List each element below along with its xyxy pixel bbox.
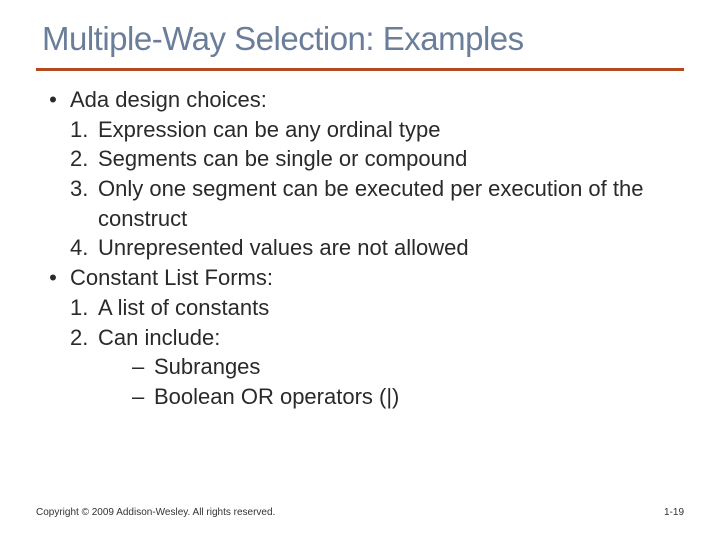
numbered-item: 1. Expression can be any ordinal type (36, 115, 684, 145)
slide-title: Multiple-Way Selection: Examples (36, 20, 684, 58)
bullet-label: Ada design choices: (70, 85, 684, 115)
numbered-text: Unrepresented values are not allowed (98, 233, 684, 263)
number-marker: 1. (70, 293, 98, 323)
sub-text: Subranges (154, 352, 684, 382)
number-marker: 1. (70, 115, 98, 145)
numbered-text: Can include: (98, 323, 684, 353)
numbered-item: 3. Only one segment can be executed per … (36, 174, 684, 233)
sub-text: Boolean OR operators (|) (154, 382, 684, 412)
title-rule (36, 68, 684, 71)
bullet-icon: • (36, 85, 70, 115)
bullet-item: • Constant List Forms: (36, 263, 684, 293)
slide: Multiple-Way Selection: Examples • Ada d… (0, 0, 720, 540)
sub-item: – Boolean OR operators (|) (36, 382, 684, 412)
copyright-text: Copyright © 2009 Addison-Wesley. All rig… (36, 507, 275, 518)
page-number: 1-19 (664, 507, 684, 518)
number-marker: 4. (70, 233, 98, 263)
dash-icon: – (132, 352, 154, 382)
bullet-icon: • (36, 263, 70, 293)
footer: Copyright © 2009 Addison-Wesley. All rig… (36, 507, 684, 518)
numbered-text: Expression can be any ordinal type (98, 115, 684, 145)
numbered-text: Only one segment can be executed per exe… (98, 174, 684, 233)
numbered-item: 4. Unrepresented values are not allowed (36, 233, 684, 263)
sub-item: – Subranges (36, 352, 684, 382)
numbered-item: 2. Segments can be single or compound (36, 144, 684, 174)
numbered-text: Segments can be single or compound (98, 144, 684, 174)
number-marker: 3. (70, 174, 98, 233)
number-marker: 2. (70, 144, 98, 174)
bullet-label: Constant List Forms: (70, 263, 684, 293)
dash-icon: – (132, 382, 154, 412)
number-marker: 2. (70, 323, 98, 353)
numbered-item: 1. A list of constants (36, 293, 684, 323)
numbered-text: A list of constants (98, 293, 684, 323)
slide-body: • Ada design choices: 1. Expression can … (36, 85, 684, 412)
numbered-item: 2. Can include: (36, 323, 684, 353)
bullet-item: • Ada design choices: (36, 85, 684, 115)
